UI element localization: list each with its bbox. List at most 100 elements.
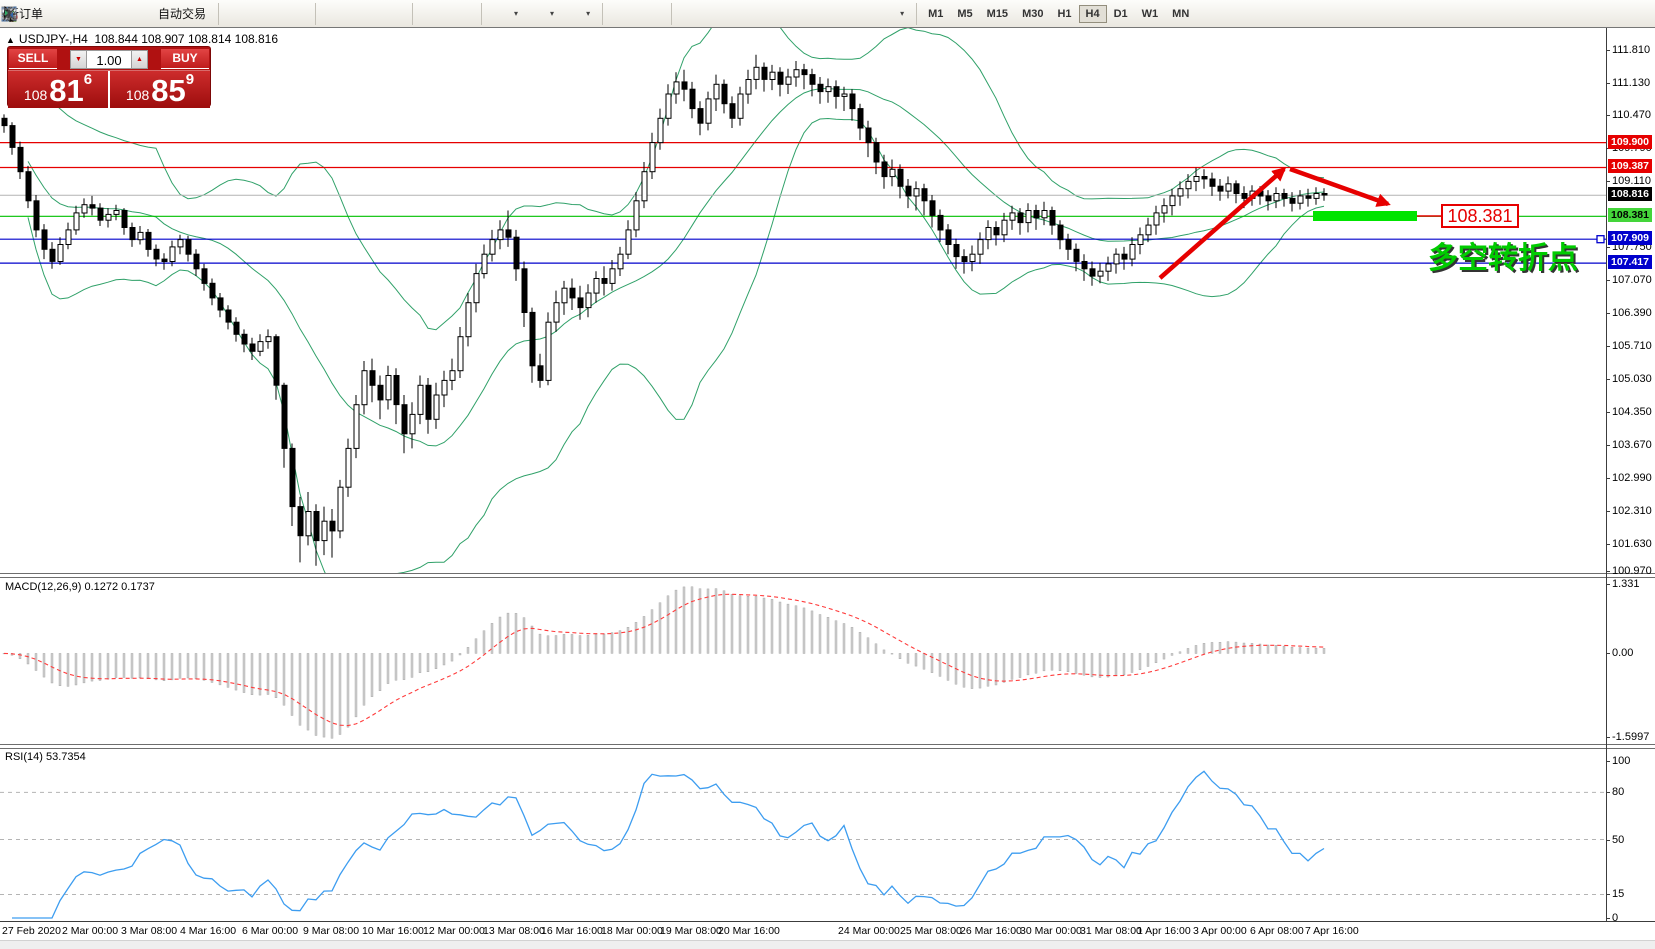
timeframe-button-mn[interactable]: MN: [1165, 5, 1196, 23]
timeframe-button-h4[interactable]: H4: [1079, 5, 1107, 23]
candle-body: [946, 230, 951, 245]
candle-body: [690, 89, 695, 108]
candle-body: [1074, 249, 1079, 261]
macd-bar: [1283, 646, 1285, 653]
candle-body: [1114, 254, 1119, 264]
macd-bar: [643, 616, 645, 653]
macd-bar: [595, 634, 597, 653]
text-button[interactable]: A: [816, 2, 844, 26]
macd-bar: [1299, 648, 1301, 654]
main-price-chart[interactable]: 108.381多空转折点多空转折点: [0, 28, 1606, 573]
arrows-button[interactable]: ▾: [872, 2, 908, 26]
candle-body: [1146, 225, 1151, 235]
indicators-button[interactable]: [417, 2, 445, 26]
macd-bar: [1195, 645, 1197, 653]
vertical-line-button[interactable]: [676, 2, 704, 26]
price-tick: 103.670: [1612, 439, 1652, 451]
candle-body: [498, 230, 503, 240]
periods-clock-button[interactable]: ▾: [522, 2, 558, 26]
candle-body: [1106, 264, 1111, 271]
buy-button[interactable]: BUY: [161, 49, 209, 69]
macd-bar: [875, 644, 877, 654]
macd-bar: [531, 626, 533, 653]
horizontal-line-button[interactable]: [704, 2, 732, 26]
timeframe-button-d1[interactable]: D1: [1107, 5, 1135, 23]
timeframe-button-m1[interactable]: M1: [921, 5, 950, 23]
macd-bar: [1323, 648, 1325, 653]
macd-bar: [1123, 653, 1125, 674]
trendline-button[interactable]: [732, 2, 760, 26]
timeframe-button-w1[interactable]: W1: [1135, 5, 1166, 23]
trendline-icon: [736, 4, 756, 24]
cursor-button[interactable]: [607, 2, 635, 26]
candle-body: [458, 337, 463, 371]
time-label: 7 Apr 16:00: [1305, 925, 1359, 937]
trend-arrow-2[interactable]: [1290, 169, 1388, 204]
macd-bar: [43, 653, 45, 677]
timeframe-button-m5[interactable]: M5: [950, 5, 979, 23]
line-drag-handle[interactable]: [1597, 236, 1604, 243]
buy-price[interactable]: 108 85 9: [110, 71, 210, 108]
support-zone-rect[interactable]: [1313, 211, 1417, 221]
autotrade-button[interactable]: 自动交易: [131, 2, 210, 26]
candle-body: [1162, 206, 1167, 213]
tile-windows-icon: [380, 4, 400, 24]
dropdown-caret-icon[interactable]: ▾: [550, 9, 554, 18]
navigator-button[interactable]: [103, 2, 131, 26]
candle-body: [770, 72, 775, 79]
sell-button[interactable]: SELL: [9, 49, 57, 69]
timeframe-button-h1[interactable]: H1: [1050, 5, 1078, 23]
candle-body: [50, 249, 55, 261]
zoom-in-button[interactable]: [320, 2, 348, 26]
channel-button[interactable]: E: [760, 2, 788, 26]
macd-bar: [427, 653, 429, 671]
volume-input[interactable]: 1.00: [87, 50, 131, 69]
market-watch-button[interactable]: [47, 2, 75, 26]
fibonacci-button[interactable]: F: [788, 2, 816, 26]
dropdown-caret-icon[interactable]: ▾: [900, 9, 904, 18]
cn-annotation[interactable]: 多空转折点: [1428, 242, 1578, 275]
chart-candles-button[interactable]: [251, 2, 279, 26]
chart-line-button[interactable]: [279, 2, 307, 26]
candle-body: [1306, 196, 1311, 198]
price-tick: 105.030: [1612, 373, 1652, 385]
macd-pane[interactable]: [0, 577, 1606, 744]
chart-settings-button[interactable]: ▾: [558, 2, 594, 26]
price-tick: 109.110: [1612, 175, 1651, 187]
data-window-button[interactable]: [75, 2, 103, 26]
chart-bars-button[interactable]: [223, 2, 251, 26]
macd-bar: [523, 618, 525, 654]
macd-bar: [899, 653, 901, 658]
macd-bar: [83, 653, 85, 683]
crosshair-button[interactable]: [635, 2, 663, 26]
candles: [2, 55, 1327, 566]
candle-body: [290, 448, 295, 506]
candle-body: [866, 128, 871, 143]
macd-bar: [203, 653, 205, 680]
channel-icon: E: [764, 4, 784, 24]
macd-bar: [795, 606, 797, 654]
chart-shift-button[interactable]: [445, 2, 473, 26]
trend-arrow-1[interactable]: [1160, 169, 1284, 278]
volume-decrease-button[interactable]: ▼: [70, 50, 87, 69]
sell-price[interactable]: 108 81 6: [8, 71, 110, 108]
toolbar-separator: [910, 3, 917, 25]
new-chart-button[interactable]: ▾: [486, 2, 522, 26]
dropdown-caret-icon[interactable]: ▾: [586, 9, 590, 18]
volume-increase-button[interactable]: ▲: [131, 50, 148, 69]
macd-bar: [1051, 653, 1053, 670]
dropdown-caret-icon[interactable]: ▾: [514, 9, 518, 18]
tile-windows-button[interactable]: [376, 2, 404, 26]
timeframe-button-m30[interactable]: M30: [1015, 5, 1050, 23]
macd-bar: [291, 653, 293, 715]
zoom-out-button[interactable]: [348, 2, 376, 26]
candle-body: [314, 512, 319, 541]
macd-bar: [435, 653, 437, 668]
timeframe-button-m15[interactable]: M15: [980, 5, 1015, 23]
rsi-pane[interactable]: [0, 748, 1606, 921]
candle-body: [202, 269, 207, 284]
candle-body: [482, 254, 487, 273]
candle-body: [962, 257, 967, 262]
text-label-button[interactable]: T: [844, 2, 872, 26]
macd-bar: [163, 653, 165, 680]
